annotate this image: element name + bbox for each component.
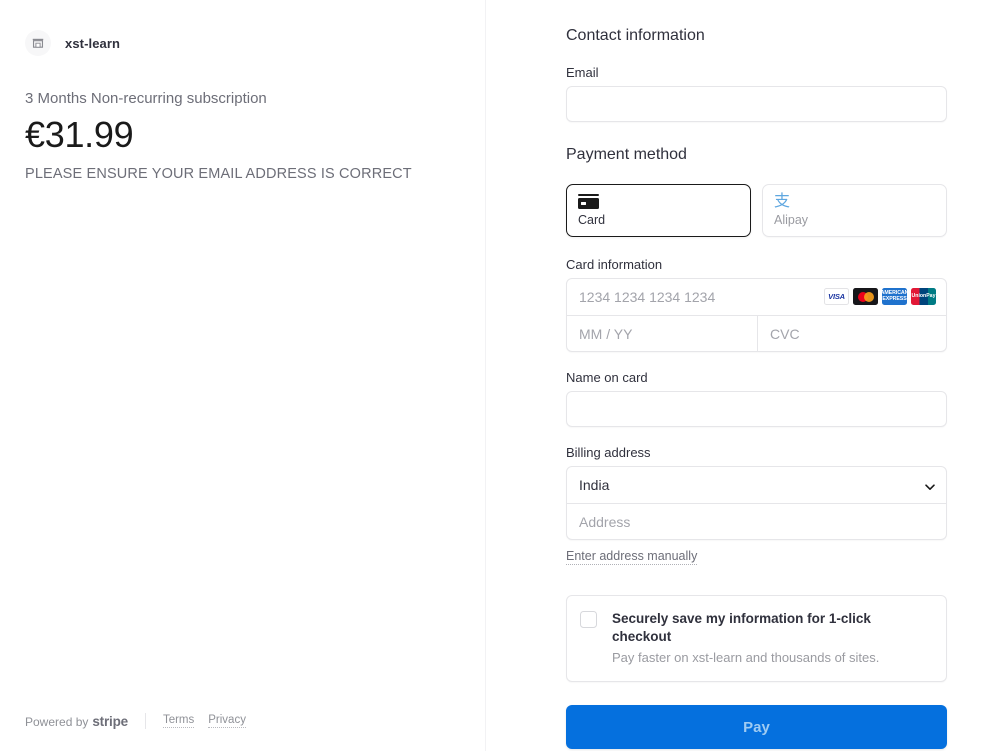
payment-tab-alipay-label: Alipay (774, 213, 809, 227)
email-input[interactable] (566, 86, 947, 122)
save-information-box[interactable]: Securely save my information for 1-click… (566, 595, 947, 682)
save-information-text: Securely save my information for 1-click… (612, 610, 932, 667)
stripe-checkout-page: xst-learn 3 Months Non-recurring subscri… (0, 0, 984, 751)
payment-form-panel: Contact information Email Payment method… (486, 0, 984, 751)
storefront-icon (25, 30, 51, 56)
footer-divider (144, 713, 146, 729)
order-total-amount: €31.99 (25, 114, 134, 155)
payment-tab-alipay[interactable]: 支 Alipay (762, 184, 947, 237)
alipay-icon: 支 (774, 192, 935, 210)
card-information-label: Card information (566, 257, 663, 272)
alipay-glyph: 支 (774, 191, 791, 210)
order-summary-panel: xst-learn 3 Months Non-recurring subscri… (0, 0, 486, 751)
billing-address-box: India Address (566, 466, 947, 540)
visa-icon: VISA (824, 288, 849, 305)
payment-method-title: Payment method (566, 146, 687, 163)
powered-by-label: Powered by (25, 714, 89, 729)
powered-by-stripe: Powered by stripe (25, 714, 128, 729)
enter-address-manually-link[interactable]: Enter address manually (566, 549, 698, 565)
email-field-group: Email (566, 65, 947, 122)
amex-icon: AMERICAN EXPRESS (882, 288, 907, 305)
visa-icon-text: VISA (828, 292, 845, 301)
payment-tab-card[interactable]: Card (566, 184, 751, 237)
name-on-card-label: Name on card (566, 370, 648, 385)
address-input-placeholder: Address (579, 513, 631, 530)
country-select[interactable]: India (567, 467, 946, 503)
card-brand-icons: VISA AMERICAN EXPRESS UnionPay (824, 288, 936, 305)
merchant-name: xst-learn (65, 35, 121, 51)
payment-method-tabs: Card 支 Alipay (566, 184, 947, 237)
unionpay-icon: UnionPay (911, 288, 936, 305)
checkout-form: Contact information Email Payment method… (566, 27, 947, 749)
email-label: Email (566, 65, 599, 80)
save-information-title: Securely save my information for 1-click… (612, 611, 871, 644)
stripe-wordmark: stripe (92, 713, 128, 729)
contact-information-title: Contact information (566, 27, 705, 44)
terms-link[interactable]: Terms (162, 714, 195, 728)
save-information-checkbox[interactable] (580, 611, 597, 628)
name-on-card-group: Name on card (566, 370, 947, 427)
card-information-box: 1234 1234 1234 1234 VISA AMERICAN EXPRESS (566, 278, 947, 352)
card-expiry-cvc-row: MM / YY CVC (567, 315, 946, 351)
unionpay-icon-text: UnionPay (911, 292, 936, 299)
merchant-header: xst-learn (25, 30, 120, 56)
privacy-link[interactable]: Privacy (208, 714, 246, 728)
payment-tab-card-label: Card (578, 213, 606, 227)
name-on-card-input[interactable] (566, 391, 947, 427)
card-number-row: 1234 1234 1234 1234 VISA AMERICAN EXPRESS (567, 279, 946, 315)
mastercard-icon (853, 288, 878, 305)
save-information-subtitle: Pay faster on xst-learn and thousands of… (612, 650, 880, 665)
chevron-down-icon (924, 480, 935, 490)
footer: Powered by stripe Terms Privacy (25, 713, 246, 729)
card-expiry-input[interactable]: MM / YY (567, 316, 757, 352)
country-select-value: India (579, 477, 610, 493)
product-name: 3 Months Non-recurring subscription (25, 90, 267, 107)
billing-address-label: Billing address (566, 445, 651, 460)
pay-button[interactable]: Pay (566, 705, 947, 749)
card-information-group: Card information 1234 1234 1234 1234 VIS… (566, 257, 947, 352)
billing-address-group: Billing address India Address Enter addr… (566, 445, 947, 565)
address-input[interactable]: Address (567, 503, 946, 539)
email-notice: PLEASE ENSURE YOUR EMAIL ADDRESS IS CORR… (25, 166, 412, 182)
order-summary: 3 Months Non-recurring subscription €31.… (25, 88, 412, 184)
card-cvc-input[interactable]: CVC (757, 315, 946, 351)
amex-icon-text: AMERICAN EXPRESS (882, 289, 907, 302)
credit-card-icon (578, 192, 739, 210)
